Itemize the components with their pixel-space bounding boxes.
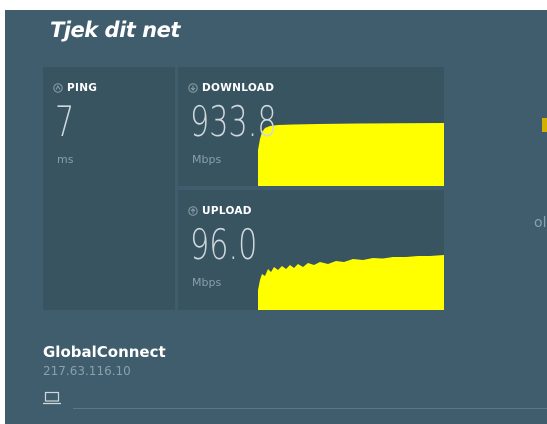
- upload-label: UPLOAD: [202, 205, 252, 217]
- app-title: Tjek dit net: [50, 18, 180, 42]
- download-graph-area: [258, 123, 444, 186]
- ping-label: PING: [67, 82, 98, 94]
- laptop-icon[interactable]: [43, 391, 61, 405]
- upload-label-row: UPLOAD: [188, 205, 252, 217]
- server-ip: 217.63.116.10: [43, 364, 131, 378]
- divider: [73, 408, 547, 409]
- download-icon: [188, 83, 198, 93]
- upload-graph-area: [258, 255, 444, 310]
- upload-unit: Mbps: [192, 276, 222, 289]
- download-label-row: DOWNLOAD: [188, 82, 274, 94]
- ping-value: 7: [55, 97, 75, 146]
- ping-label-row: PING: [53, 82, 97, 94]
- server-name: GlobalConnect: [43, 343, 166, 361]
- download-panel: DOWNLOAD 933.8 Mbps: [178, 67, 444, 186]
- side-partial-text: ol: [534, 215, 547, 231]
- speedtest-app: Tjek dit net PING 7 ms DOWNLOAD 933.8 Mb…: [5, 10, 547, 424]
- ping-panel: PING 7 ms: [43, 67, 175, 310]
- upload-icon: [188, 206, 198, 216]
- download-label: DOWNLOAD: [202, 82, 275, 94]
- upload-panel: UPLOAD 96.0 Mbps: [178, 190, 444, 310]
- side-indicator: [542, 118, 547, 132]
- download-value: 933.8: [190, 97, 277, 146]
- download-unit: Mbps: [192, 153, 222, 166]
- ping-icon: [53, 83, 63, 93]
- upload-value: 96.0: [190, 220, 258, 269]
- ping-unit: ms: [57, 153, 74, 166]
